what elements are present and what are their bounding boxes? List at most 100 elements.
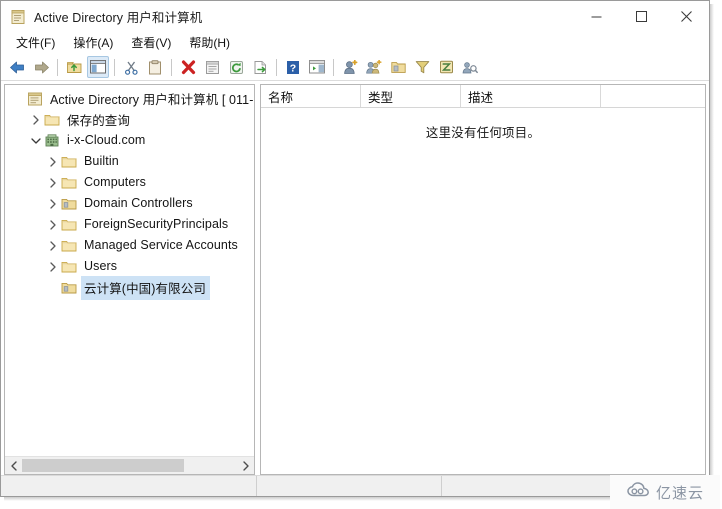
- tree-item[interactable]: Active Directory 用户和计算机 [ 011-DC01: [5, 88, 254, 109]
- folder-icon: [61, 217, 77, 233]
- tree-item-label: Computers: [84, 175, 147, 189]
- menu-action[interactable]: 操作(A): [64, 32, 122, 54]
- scrollbar-track[interactable]: [22, 457, 237, 474]
- help-question-icon[interactable]: ?: [282, 56, 304, 78]
- export-list-icon[interactable]: [249, 56, 271, 78]
- list-column-headers: 名称 类型 描述: [261, 85, 705, 108]
- watermark: 亿速云: [610, 475, 720, 509]
- close-icon: [681, 11, 692, 22]
- properties-icon[interactable]: [201, 56, 223, 78]
- content-area: Active Directory 用户和计算机 [ 011-DC01 保存的查询 i…: [1, 81, 709, 475]
- tree-item-label: Active Directory 用户和计算机 [ 011-DC01: [50, 92, 254, 107]
- tree-horizontal-scrollbar[interactable]: [5, 456, 254, 474]
- show-hide-console-tree-icon[interactable]: [87, 56, 109, 78]
- toolbar: ?: [1, 54, 709, 81]
- chevron-right-icon[interactable]: [45, 214, 61, 235]
- folder-icon: [44, 112, 60, 128]
- toolbar-separator: [171, 58, 172, 76]
- status-bar: [1, 475, 709, 496]
- folder-icon: [61, 259, 77, 275]
- console-root-icon: [27, 91, 43, 107]
- chevron-right-icon[interactable]: [28, 109, 44, 130]
- chevron-left-icon[interactable]: [5, 457, 22, 474]
- chevron-right-icon[interactable]: [237, 457, 254, 474]
- list-body[interactable]: 这里没有任何项目。: [261, 108, 705, 474]
- tree-item[interactable]: ForeignSecurityPrincipals: [5, 214, 254, 235]
- minimize-icon: [591, 16, 602, 18]
- column-header[interactable]: 描述: [461, 85, 601, 107]
- new-ou-icon[interactable]: [387, 56, 409, 78]
- minimize-button[interactable]: [574, 1, 619, 32]
- twisty-placeholder: [11, 88, 27, 109]
- menu-bar: 文件(F) 操作(A) 查看(V) 帮助(H): [1, 32, 709, 54]
- menu-help[interactable]: 帮助(H): [180, 32, 239, 54]
- application-window: Active Directory 用户和计算机 文件(F) 操作(A) 查看(V…: [0, 0, 710, 497]
- toolbar-separator: [333, 58, 334, 76]
- ou-folder-icon: [61, 196, 77, 212]
- new-user-icon[interactable]: [339, 56, 361, 78]
- cloud-logo-icon: [626, 482, 652, 502]
- tree-item-label: 保存的查询: [67, 113, 131, 128]
- close-button[interactable]: [664, 1, 709, 32]
- tree-item-label: 云计算(中国)有限公司: [81, 275, 210, 300]
- folder-icon: [61, 238, 77, 254]
- console-window-icon: [10, 9, 26, 25]
- status-cell-1: [1, 476, 256, 496]
- toolbar-separator: [276, 58, 277, 76]
- saved-query-icon[interactable]: [459, 56, 481, 78]
- tree-item[interactable]: Domain Controllers: [5, 193, 254, 214]
- column-header[interactable]: 名称: [261, 85, 361, 107]
- chevron-right-icon[interactable]: [45, 151, 61, 172]
- twisty-placeholder: [45, 277, 61, 298]
- ou-folder-icon: [61, 280, 77, 296]
- tree-item[interactable]: 云计算(中国)有限公司: [5, 275, 254, 300]
- console-tree[interactable]: Active Directory 用户和计算机 [ 011-DC01 保存的查询 i…: [5, 85, 254, 456]
- tree-item[interactable]: 保存的查询: [5, 109, 254, 130]
- refresh-icon[interactable]: [225, 56, 247, 78]
- chevron-right-icon[interactable]: [45, 193, 61, 214]
- scrollbar-thumb[interactable]: [22, 459, 184, 472]
- cut-scissors-icon[interactable]: [120, 56, 142, 78]
- tree-item[interactable]: Builtin: [5, 151, 254, 172]
- new-group-icon[interactable]: [363, 56, 385, 78]
- chevron-right-icon[interactable]: [45, 172, 61, 193]
- maximize-button[interactable]: [619, 1, 664, 32]
- title-bar: Active Directory 用户和计算机: [1, 1, 709, 32]
- window-shadow-right: [710, 4, 714, 501]
- paste-clipboard-icon[interactable]: [144, 56, 166, 78]
- back-arrow-icon[interactable]: [6, 56, 28, 78]
- toolbar-separator: [114, 58, 115, 76]
- up-folder-icon[interactable]: [63, 56, 85, 78]
- tree-item[interactable]: Managed Service Accounts: [5, 235, 254, 256]
- chevron-right-icon[interactable]: [45, 235, 61, 256]
- menu-file[interactable]: 文件(F): [7, 32, 64, 54]
- tree-item-label: ForeignSecurityPrincipals: [84, 217, 229, 231]
- tree-item[interactable]: i-x-Cloud.com: [5, 130, 254, 151]
- empty-list-message: 这里没有任何项目。: [425, 126, 541, 140]
- forward-arrow-icon[interactable]: [30, 56, 52, 78]
- column-header[interactable]: 类型: [361, 85, 461, 107]
- filter-funnel-icon[interactable]: [411, 56, 433, 78]
- console-tree-pane: Active Directory 用户和计算机 [ 011-DC01 保存的查询 i…: [4, 84, 255, 475]
- folder-icon: [61, 154, 77, 170]
- svg-text:?: ?: [290, 62, 296, 74]
- window-title: Active Directory 用户和计算机: [34, 11, 203, 25]
- tree-item[interactable]: Computers: [5, 172, 254, 193]
- column-header-filler: [601, 85, 705, 107]
- menu-view[interactable]: 查看(V): [122, 32, 180, 54]
- toolbar-separator: [57, 58, 58, 76]
- show-hide-action-pane-icon[interactable]: [306, 56, 328, 78]
- chevron-down-icon[interactable]: [28, 130, 44, 151]
- tree-item[interactable]: Users: [5, 256, 254, 277]
- tree-item-label: i-x-Cloud.com: [67, 133, 146, 147]
- window-controls: [574, 1, 709, 32]
- delete-red-x-icon[interactable]: [177, 56, 199, 78]
- chevron-right-icon[interactable]: [45, 256, 61, 277]
- tree-item-label: Users: [84, 259, 118, 273]
- details-pane: 名称 类型 描述 这里没有任何项目。: [260, 84, 706, 475]
- find-object-icon[interactable]: [435, 56, 457, 78]
- tree-item-label: Domain Controllers: [84, 196, 193, 210]
- folder-icon: [61, 175, 77, 191]
- tree-item-label: Managed Service Accounts: [84, 238, 238, 252]
- status-cell-2: [256, 476, 441, 496]
